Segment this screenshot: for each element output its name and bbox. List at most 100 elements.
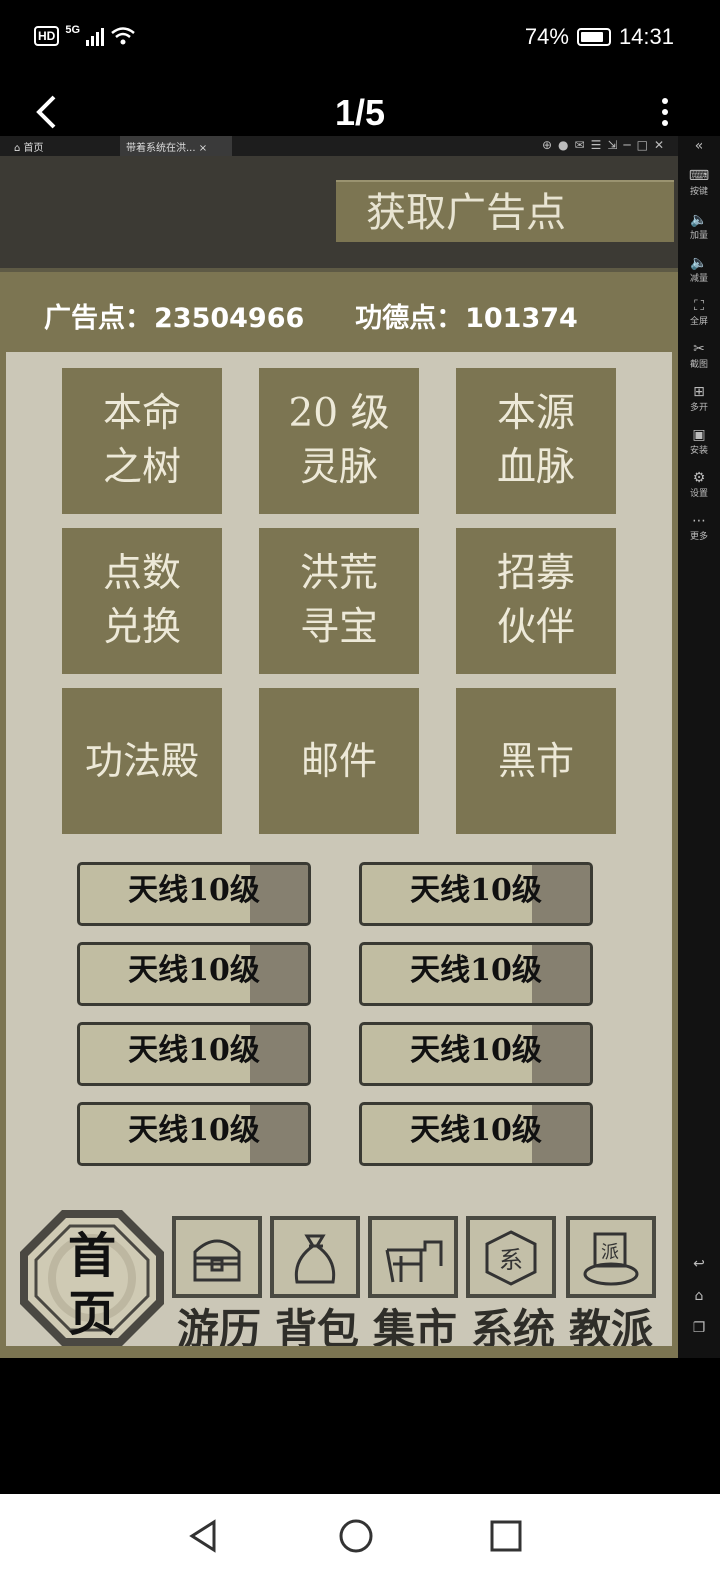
ad-points-value: 23504966: [154, 303, 305, 334]
game-screen: 获取广告点 广告点：23504966 功德点：101374 本命 之树 20 级灵…: [0, 156, 678, 1358]
side-btn-install[interactable]: ▣ 安装: [678, 427, 720, 456]
antenna-button-2[interactable]: 天线10级: [359, 862, 593, 926]
tile-line: 邮件: [300, 739, 377, 783]
nav-market-button[interactable]: [368, 1216, 458, 1298]
antenna-button-label: 天线10级: [128, 873, 260, 908]
emulator-side-panel: « ⌨ 按键 🔈 加量 🔈 减量 ⛶ 全屏 ✂ 截图 ⊞ 多开 ▣ 安装 ⚙ 设置 ⋯ 更多 ↩ …: [678, 136, 720, 1360]
tile-line: 灵脉: [299, 445, 378, 490]
side-btn-screenshot[interactable]: ✂ 截图: [678, 341, 720, 370]
window-controls[interactable]: ⊕●✉☰⇲─□✕: [542, 138, 670, 152]
tile-line: 黑市: [497, 739, 574, 783]
content-border-left: [0, 352, 6, 1358]
antenna-button-5[interactable]: 天线10级: [77, 1022, 311, 1086]
antenna-button-7[interactable]: 天线10级: [77, 1102, 311, 1166]
tile-black-market[interactable]: 黑市: [456, 688, 616, 834]
content-border-right: [672, 352, 678, 1358]
nav-back-icon[interactable]: [184, 1516, 224, 1556]
side-btn-fullscreen[interactable]: ⛶ 全屏: [678, 298, 720, 327]
game-footer-strip: [0, 1346, 678, 1358]
battery-icon: [576, 28, 611, 46]
tile-line: 功法殿: [84, 739, 199, 783]
antenna-button-3[interactable]: 天线10级: [77, 942, 311, 1006]
points-bar: 广告点：23504966 功德点：101374: [0, 268, 678, 352]
side-btn-multi[interactable]: ⊞ 多开: [678, 384, 720, 413]
ad-points-label: 广告点：: [44, 303, 152, 334]
tile-skill-hall[interactable]: 功法殿: [62, 688, 222, 834]
emu-back-icon[interactable]: ↩: [678, 1256, 720, 1272]
nav-bag-button[interactable]: [270, 1216, 360, 1298]
page-counter: 1/5: [334, 92, 386, 133]
emulator-home-tab[interactable]: ⌂ 首页: [14, 139, 44, 154]
tile-line: 本命: [102, 391, 181, 436]
antenna-button-label: 天线10级: [410, 873, 542, 908]
get-ad-points-button[interactable]: 获取广告点: [336, 180, 674, 242]
nav-recents-icon[interactable]: [486, 1516, 526, 1556]
antenna-button-6[interactable]: 天线10级: [359, 1022, 593, 1086]
tile-line: 血脉: [496, 445, 575, 490]
home-char-2: 页: [67, 1286, 116, 1342]
side-btn-vol-down[interactable]: 🔈 减量: [678, 255, 720, 284]
bag-icon: [294, 1234, 336, 1284]
side-btn-vol-up[interactable]: 🔈 加量: [678, 212, 720, 241]
nav-home-icon[interactable]: [336, 1516, 376, 1556]
wifi-icon: [111, 27, 135, 45]
tile-points-exchange[interactable]: 点数 兑换: [62, 528, 222, 674]
emulator-bottom-area: [0, 1358, 720, 1494]
sect-icon: 派: [583, 1232, 639, 1286]
nav-sect-button[interactable]: 派: [566, 1216, 656, 1298]
network-type: 5G: [65, 24, 81, 36]
emu-home-icon[interactable]: ⌂: [678, 1288, 720, 1304]
tile-line: 寻宝: [299, 605, 378, 650]
stall-icon: [385, 1240, 443, 1283]
antenna-button-label: 天线10级: [410, 1113, 542, 1148]
chest-icon: [193, 1239, 241, 1282]
merit-points-value: 101374: [465, 303, 578, 334]
tile-line: 本源: [496, 391, 575, 436]
side-btn-keys[interactable]: ⌨ 按键: [678, 168, 720, 197]
antenna-button-label: 天线10级: [410, 953, 542, 988]
nav-system-button[interactable]: 系: [466, 1216, 556, 1298]
antenna-button-1[interactable]: 天线10级: [77, 862, 311, 926]
emulator-tab-bar: ⌂ 首页 带着系统在洪... × ⊕●✉☰⇲─□✕: [0, 136, 678, 156]
tile-line: 20 级: [288, 391, 390, 436]
tile-life-tree[interactable]: 本命 之树: [62, 368, 222, 514]
merit-points-label: 功德点：: [355, 303, 464, 334]
svg-text:派: 派: [601, 1242, 619, 1263]
status-right: 74% 14:31: [525, 24, 674, 50]
antenna-button-label: 天线10级: [410, 1033, 542, 1068]
points-line: 广告点：23504966 功德点：101374: [44, 296, 580, 335]
side-btn-settings[interactable]: ⚙ 设置: [678, 470, 720, 499]
tile-treasure-hunt[interactable]: 洪荒 寻宝: [259, 528, 419, 674]
antenna-button-8[interactable]: 天线10级: [359, 1102, 593, 1166]
antenna-button-label: 天线10级: [128, 953, 260, 988]
tile-recruit-partner[interactable]: 招募 伙伴: [456, 528, 616, 674]
status-bar: HD 5G 74% 14:31: [0, 0, 720, 80]
antenna-button-label: 天线10级: [128, 1113, 260, 1148]
home-tab-label: 首页: [23, 143, 44, 154]
nav-home-badge[interactable]: 首 页: [18, 1208, 166, 1348]
more-menu-icon[interactable]: [662, 98, 670, 131]
tile-origin-bloodline[interactable]: 本源 血脉: [456, 368, 616, 514]
collapse-icon[interactable]: «: [678, 138, 720, 154]
hd-icon: HD: [34, 26, 60, 46]
app-tab-label: 带着系统在洪...: [126, 143, 196, 154]
tile-line: 兑换: [102, 605, 181, 650]
tile-mail[interactable]: 邮件: [259, 688, 419, 834]
tile-line: 伙伴: [496, 605, 575, 650]
viewer-header: 1/5: [0, 80, 720, 136]
system-seal-icon: 系: [485, 1230, 537, 1286]
side-btn-more[interactable]: ⋯ 更多: [678, 513, 720, 542]
antenna-button-label: 天线10级: [128, 1033, 260, 1068]
android-nav-bar: [0, 1494, 720, 1592]
tile-line: 点数: [102, 551, 181, 596]
emu-recent-icon[interactable]: ❐: [678, 1320, 720, 1336]
antenna-button-4[interactable]: 天线10级: [359, 942, 593, 1006]
game-header: 获取广告点: [0, 156, 678, 268]
tile-line: 洪荒: [299, 551, 378, 596]
battery-percent: 74%: [524, 24, 569, 49]
tile-spirit-vein[interactable]: 20 级灵脉: [259, 368, 419, 514]
nav-travel-button[interactable]: [172, 1216, 262, 1298]
emulator-app-tab[interactable]: 带着系统在洪... ×: [120, 136, 232, 156]
tile-line: 招募: [496, 551, 575, 596]
clock: 14:31: [618, 24, 674, 49]
